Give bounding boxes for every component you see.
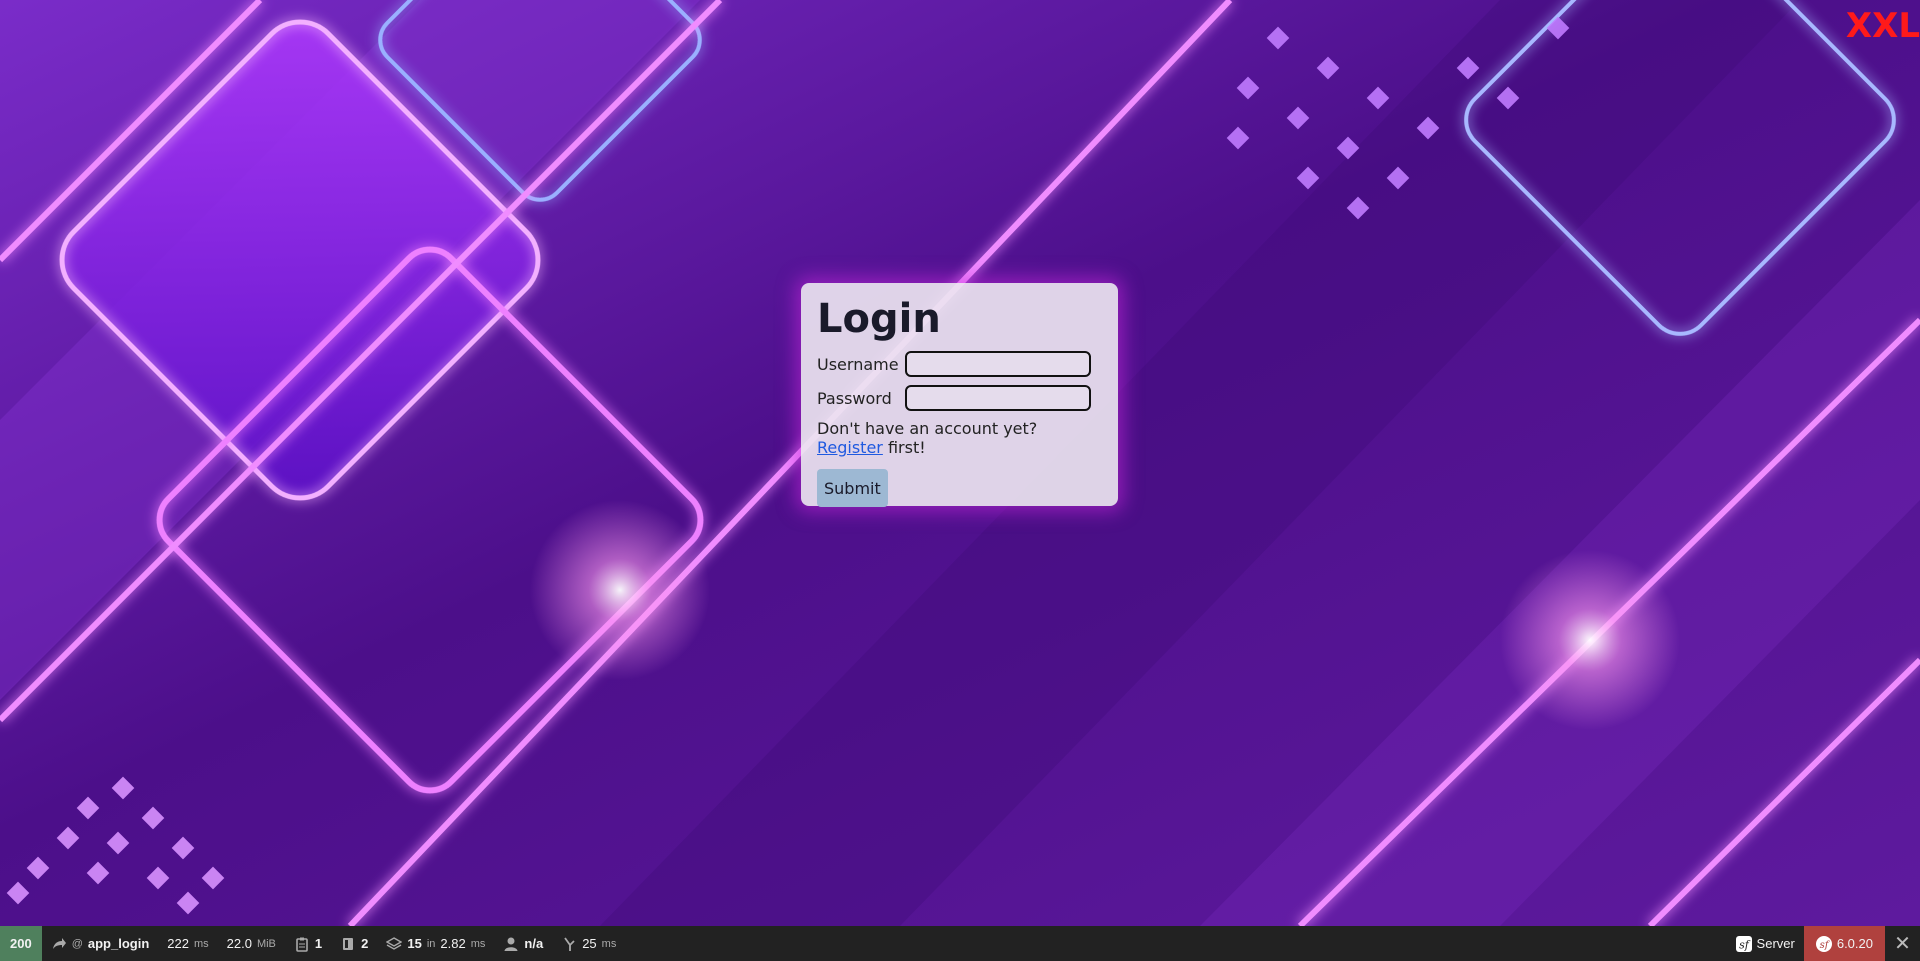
logs-panel[interactable]: 1 xyxy=(285,926,331,961)
debug-toolbar: 200 @ app_login 222 ms 22.0 MiB 1 2 15 i… xyxy=(0,926,1920,961)
twig-time: 2.82 xyxy=(440,936,466,951)
security-panel[interactable]: n/a xyxy=(494,926,552,961)
server-label: Server xyxy=(1756,936,1795,951)
ajax-time: 25 xyxy=(582,936,597,951)
route-name: app_login xyxy=(87,936,150,951)
corner-size-label: XXL xyxy=(1845,6,1920,46)
close-icon: ✕ xyxy=(1894,933,1911,955)
password-row: Password xyxy=(817,381,1102,415)
register-hint-suffix: first! xyxy=(887,438,926,457)
time-panel[interactable]: 222 ms xyxy=(158,926,217,961)
register-hint-prefix: Don't have an account yet? xyxy=(817,419,1038,438)
password-input[interactable] xyxy=(905,385,1091,411)
logs-count: 1 xyxy=(314,936,323,951)
submit-button[interactable]: Submit xyxy=(817,469,888,507)
symfony-version-panel[interactable]: sf 6.0.20 xyxy=(1803,926,1885,961)
twig-in: in xyxy=(426,937,436,950)
password-label: Password xyxy=(817,388,892,408)
ajax-icon xyxy=(564,936,575,951)
cache-panel[interactable]: 2 xyxy=(331,926,377,961)
status-code: 200 xyxy=(10,936,32,951)
symfony-logo-icon: sf xyxy=(1815,935,1832,952)
ajax-panel[interactable]: 25 ms xyxy=(552,926,625,961)
time-unit: ms xyxy=(193,937,209,950)
username-label: Username xyxy=(817,354,899,374)
user-value: n/a xyxy=(524,936,544,951)
username-input[interactable] xyxy=(905,351,1091,377)
twig-panel[interactable]: 15 in 2.82 ms xyxy=(377,926,494,961)
login-form: Login Username Password Don't have an ac… xyxy=(801,283,1118,507)
ajax-unit: ms xyxy=(601,937,617,950)
register-link[interactable]: Register xyxy=(817,438,883,457)
symfony-logo-icon: sf xyxy=(1735,935,1752,952)
time-value: 222 xyxy=(167,936,189,951)
server-panel[interactable]: sf Server xyxy=(1727,926,1804,961)
redirect-arrow-icon xyxy=(52,937,66,949)
twig-count: 15 xyxy=(407,936,422,951)
symfony-version: 6.0.20 xyxy=(1836,936,1873,951)
login-title: Login xyxy=(817,296,941,342)
cache-icon xyxy=(343,937,354,950)
clipboard-icon xyxy=(296,937,308,952)
username-row: Username xyxy=(817,347,1102,381)
register-hint: Don't have an account yet? Register firs… xyxy=(817,419,1102,457)
route-panel[interactable]: @ app_login xyxy=(42,926,159,961)
status-code-badge[interactable]: 200 xyxy=(0,926,42,961)
toolbar-close-button[interactable]: ✕ xyxy=(1885,926,1920,961)
memory-panel[interactable]: 22.0 MiB xyxy=(218,926,285,961)
cache-count: 2 xyxy=(361,936,369,951)
memory-value: 22.0 xyxy=(226,936,252,951)
memory-unit: MiB xyxy=(256,937,276,950)
layers-icon xyxy=(386,936,403,950)
twig-unit: ms xyxy=(470,937,486,950)
user-icon xyxy=(504,937,518,951)
route-at-symbol: @ xyxy=(71,937,83,950)
